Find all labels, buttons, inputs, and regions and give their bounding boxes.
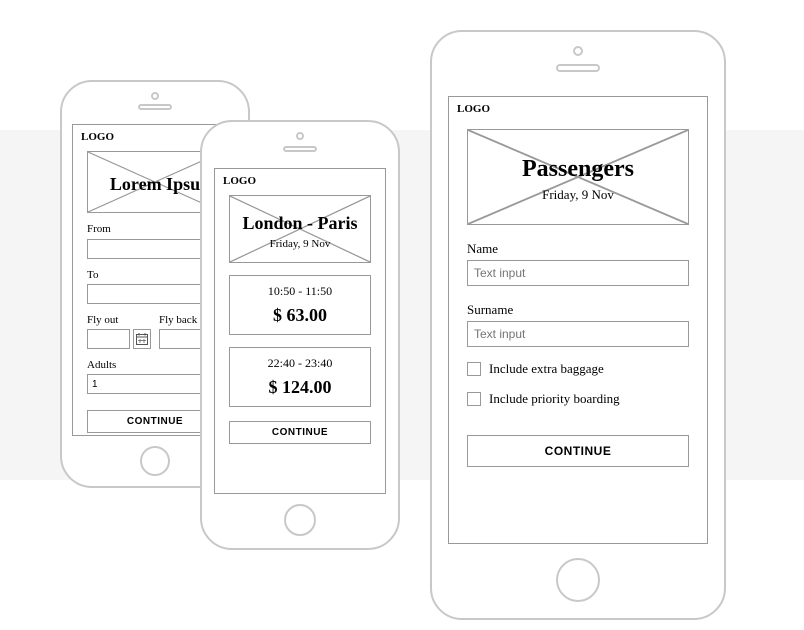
- flight-price: $ 63.00: [238, 305, 362, 326]
- baggage-checkbox[interactable]: Include extra baggage: [467, 361, 689, 377]
- flight-price: $ 124.00: [238, 377, 362, 398]
- continue-button[interactable]: CONTINUE: [467, 435, 689, 467]
- page-subtitle: Friday, 9 Nov: [542, 187, 614, 203]
- hero-image-placeholder: London - Paris Friday, 9 Nov: [229, 195, 371, 263]
- hero-image-placeholder: Passengers Friday, 9 Nov: [467, 129, 689, 225]
- home-button-icon[interactable]: [284, 504, 316, 536]
- flight-time: 10:50 - 11:50: [238, 284, 362, 299]
- checkbox-icon: [467, 392, 481, 406]
- screen-passengers: LOGO Passengers Friday, 9 Nov Name Surna…: [448, 96, 708, 544]
- page-title: Lorem Ipsu: [110, 174, 200, 195]
- baggage-label: Include extra baggage: [489, 361, 604, 377]
- logo-text: LOGO: [223, 175, 256, 187]
- page-title: Passengers: [522, 156, 634, 183]
- page-subtitle: Friday, 9 Nov: [270, 238, 331, 250]
- flyout-label: Fly out: [87, 314, 151, 326]
- logo-text: LOGO: [81, 131, 114, 143]
- calendar-icon[interactable]: [133, 329, 151, 349]
- boarding-checkbox[interactable]: Include priority boarding: [467, 391, 689, 407]
- flight-time: 22:40 - 23:40: [238, 356, 362, 371]
- earpiece-icon: [283, 146, 317, 152]
- boarding-label: Include priority boarding: [489, 391, 620, 407]
- name-label: Name: [467, 241, 689, 257]
- page-title: London - Paris: [242, 213, 357, 234]
- flight-card[interactable]: 22:40 - 23:40 $ 124.00: [229, 347, 371, 407]
- home-button-icon[interactable]: [140, 446, 170, 476]
- phone-mock-passengers: LOGO Passengers Friday, 9 Nov Name Surna…: [430, 30, 726, 620]
- camera-icon: [296, 132, 304, 140]
- earpiece-icon: [556, 64, 600, 72]
- logo-text: LOGO: [457, 103, 490, 115]
- surname-input[interactable]: [467, 321, 689, 347]
- earpiece-icon: [138, 104, 172, 110]
- flight-card[interactable]: 10:50 - 11:50 $ 63.00: [229, 275, 371, 335]
- screen-flights: LOGO London - Paris Friday, 9 Nov 10:50 …: [214, 168, 386, 494]
- camera-icon: [151, 92, 159, 100]
- continue-button[interactable]: CONTINUE: [229, 421, 371, 444]
- flyout-date[interactable]: [87, 329, 151, 349]
- name-input[interactable]: [467, 260, 689, 286]
- checkbox-icon: [467, 362, 481, 376]
- home-button-icon[interactable]: [556, 558, 600, 602]
- phone-mock-flights: LOGO London - Paris Friday, 9 Nov 10:50 …: [200, 120, 400, 550]
- camera-icon: [573, 46, 583, 56]
- surname-label: Surname: [467, 302, 689, 318]
